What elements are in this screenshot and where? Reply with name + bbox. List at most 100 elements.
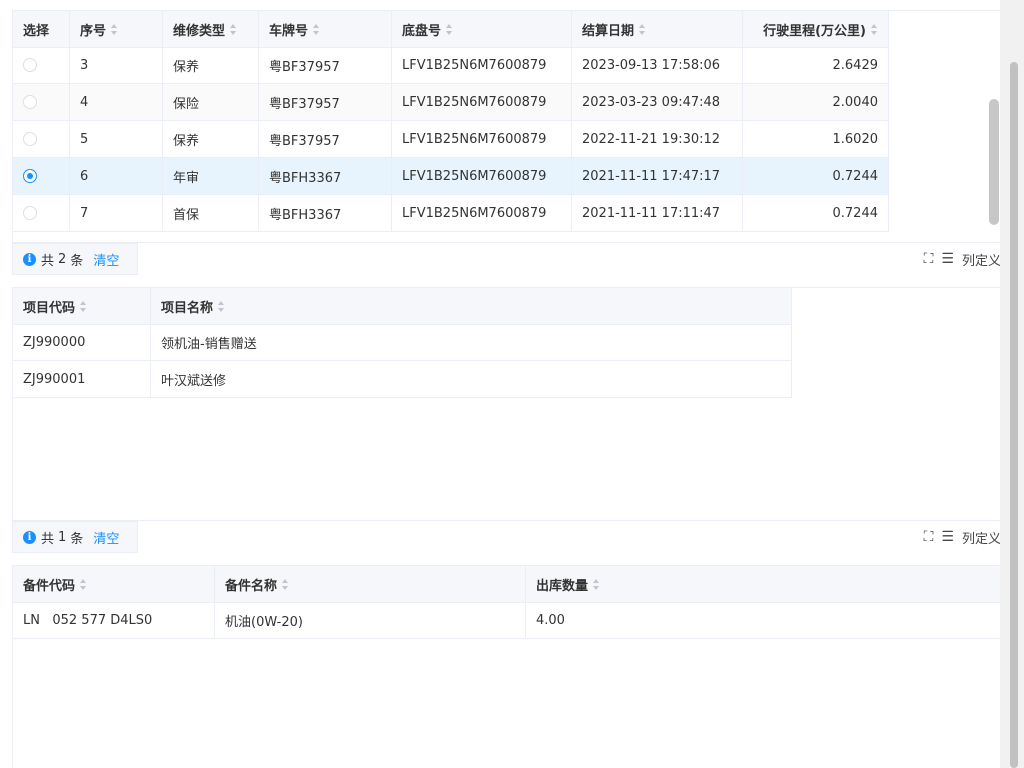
cell-mileage: 0.7244: [743, 158, 889, 194]
row-radio[interactable]: [23, 132, 37, 146]
list-icon[interactable]: ☰: [941, 529, 954, 545]
cell-plate: 粤BF37957: [259, 84, 392, 120]
cell-vin: LFV1B25N6M7600879: [392, 84, 572, 120]
row-select-cell[interactable]: [13, 195, 70, 231]
sort-icon[interactable]: [593, 578, 600, 590]
column-definition-button[interactable]: 列定义: [962, 250, 1001, 269]
table-row[interactable]: 4 保险 粤BF37957 LFV1B25N6M7600879 2023-03-…: [13, 84, 889, 121]
sort-icon[interactable]: [871, 23, 878, 35]
cell-settle-date: 2022-11-21 19:30:12: [572, 121, 743, 157]
cell-project-code: ZJ990001: [13, 361, 151, 397]
info-icon: i: [23, 530, 36, 544]
cell-seq: 4: [70, 84, 163, 120]
cell-vin: LFV1B25N6M7600879: [392, 195, 572, 231]
project-footer: i 共 2 条 清空 ⛶ ☰ 列定义: [12, 243, 1001, 277]
table-row[interactable]: LN 052 577 D4LS0 机油(0W-20) 4.00: [13, 602, 1000, 639]
sort-icon[interactable]: [313, 23, 320, 35]
cell-project-code: ZJ990000: [13, 324, 151, 360]
project-table: 项目代码 项目名称 ZJ990000 领机油-销售赠送 ZJ990001 叶汉斌…: [12, 287, 1001, 521]
list-icon[interactable]: ☰: [941, 251, 954, 267]
info-icon: i: [23, 252, 36, 266]
table-row-selected[interactable]: 6 年审 粤BFH3367 LFV1B25N6M7600879 2021-11-…: [13, 158, 889, 195]
cell-mileage: 1.6020: [743, 121, 889, 157]
row-select-cell[interactable]: [13, 84, 70, 120]
sort-icon[interactable]: [282, 578, 289, 590]
parts-table: 备件代码 备件名称 出库数量 LN 052 577 D4LS0 机油(0W-20…: [12, 565, 1001, 768]
header-mileage[interactable]: 行驶里程(万公里): [743, 11, 889, 47]
count-prefix: 共: [41, 531, 55, 547]
cell-settle-date: 2023-03-23 09:47:48: [572, 84, 743, 120]
count-suffix: 条: [70, 253, 84, 269]
cell-mileage: 2.0040: [743, 84, 889, 120]
fullscreen-icon[interactable]: ⛶: [924, 251, 934, 267]
clear-link[interactable]: 清空: [93, 528, 119, 547]
table-row[interactable]: ZJ990000 领机油-销售赠送: [13, 324, 792, 361]
count-prefix: 共: [41, 253, 55, 269]
header-part-name[interactable]: 备件名称: [215, 566, 526, 602]
page-scrollbar[interactable]: [1000, 0, 1024, 768]
cell-repair-type: 保养: [163, 47, 259, 83]
project-count-box: i 共 2 条 清空: [12, 243, 138, 275]
cell-plate: 粤BFH3367: [259, 195, 392, 231]
cell-vin: LFV1B25N6M7600879: [392, 121, 572, 157]
sort-icon[interactable]: [230, 23, 237, 35]
sort-icon[interactable]: [111, 23, 118, 35]
project-table-header: 项目代码 项目名称: [13, 288, 792, 325]
row-radio-checked[interactable]: [23, 169, 37, 183]
sort-icon[interactable]: [218, 300, 225, 312]
cell-seq: 6: [70, 158, 163, 194]
cell-project-name: 叶汉斌送修: [151, 361, 792, 397]
header-out-qty[interactable]: 出库数量: [526, 566, 1000, 602]
cell-repair-type: 保养: [163, 121, 259, 157]
count-value: 2: [58, 251, 67, 267]
header-vin[interactable]: 底盘号: [392, 11, 572, 47]
cell-repair-type: 首保: [163, 195, 259, 231]
cell-repair-type: 年审: [163, 158, 259, 194]
table-row[interactable]: 7 首保 粤BFH3367 LFV1B25N6M7600879 2021-11-…: [13, 195, 889, 232]
cell-plate: 粤BFH3367: [259, 158, 392, 194]
cell-vin: LFV1B25N6M7600879: [392, 158, 572, 194]
table-row[interactable]: ZJ990001 叶汉斌送修: [13, 361, 792, 398]
cell-out-qty: 4.00: [536, 612, 565, 628]
page-scrollbar-thumb[interactable]: [1010, 62, 1018, 768]
cell-part-name: 机油(0W-20): [215, 602, 526, 638]
sort-icon[interactable]: [446, 23, 453, 35]
cell-seq: 3: [70, 47, 163, 83]
count-suffix: 条: [70, 531, 84, 547]
sort-icon[interactable]: [80, 300, 87, 312]
parts-footer: i 共 1 条 清空 ⛶ ☰ 列定义: [12, 521, 1001, 555]
table-row[interactable]: 5 保养 粤BF37957 LFV1B25N6M7600879 2022-11-…: [13, 121, 889, 158]
header-part-code[interactable]: 备件代码: [13, 566, 215, 602]
header-settle-date[interactable]: 结算日期: [572, 11, 743, 47]
clear-link[interactable]: 清空: [93, 250, 119, 269]
table-scrollbar-thumb[interactable]: [989, 99, 999, 225]
project-tools: ⛶ ☰ 列定义: [924, 243, 1001, 275]
row-select-cell[interactable]: [13, 158, 70, 194]
header-plate[interactable]: 车牌号: [259, 11, 392, 47]
fullscreen-icon[interactable]: ⛶: [924, 529, 934, 545]
cell-project-name: 领机油-销售赠送: [151, 324, 792, 360]
header-project-name[interactable]: 项目名称: [151, 288, 792, 324]
cell-seq: 5: [70, 121, 163, 157]
cell-part-code: LN 052 577 D4LS0: [13, 602, 215, 638]
cell-plate: 粤BF37957: [259, 121, 392, 157]
row-radio[interactable]: [23, 58, 37, 72]
header-repair-type[interactable]: 维修类型: [163, 11, 259, 47]
header-select: 选择: [13, 11, 70, 47]
cell-settle-date: 2021-11-11 17:47:17: [572, 158, 743, 194]
row-radio[interactable]: [23, 206, 37, 220]
vehicle-history-table: 选择 序号 维修类型 车牌号 底盘号 结算日期 行驶里程(万公里) 3 保养 粤…: [12, 10, 1001, 243]
header-project-code[interactable]: 项目代码: [13, 288, 151, 324]
cell-seq: 7: [70, 195, 163, 231]
cell-settle-date: 2021-11-11 17:11:47: [572, 195, 743, 231]
header-seq[interactable]: 序号: [70, 11, 163, 47]
cell-mileage: 2.6429: [743, 47, 889, 83]
column-definition-button[interactable]: 列定义: [962, 528, 1001, 547]
sort-icon[interactable]: [639, 23, 646, 35]
row-select-cell[interactable]: [13, 47, 70, 83]
row-radio[interactable]: [23, 95, 37, 109]
vehicle-table-header: 选择 序号 维修类型 车牌号 底盘号 结算日期 行驶里程(万公里): [13, 11, 889, 48]
table-row[interactable]: 3 保养 粤BF37957 LFV1B25N6M7600879 2023-09-…: [13, 47, 889, 84]
row-select-cell[interactable]: [13, 121, 70, 157]
sort-icon[interactable]: [80, 578, 87, 590]
